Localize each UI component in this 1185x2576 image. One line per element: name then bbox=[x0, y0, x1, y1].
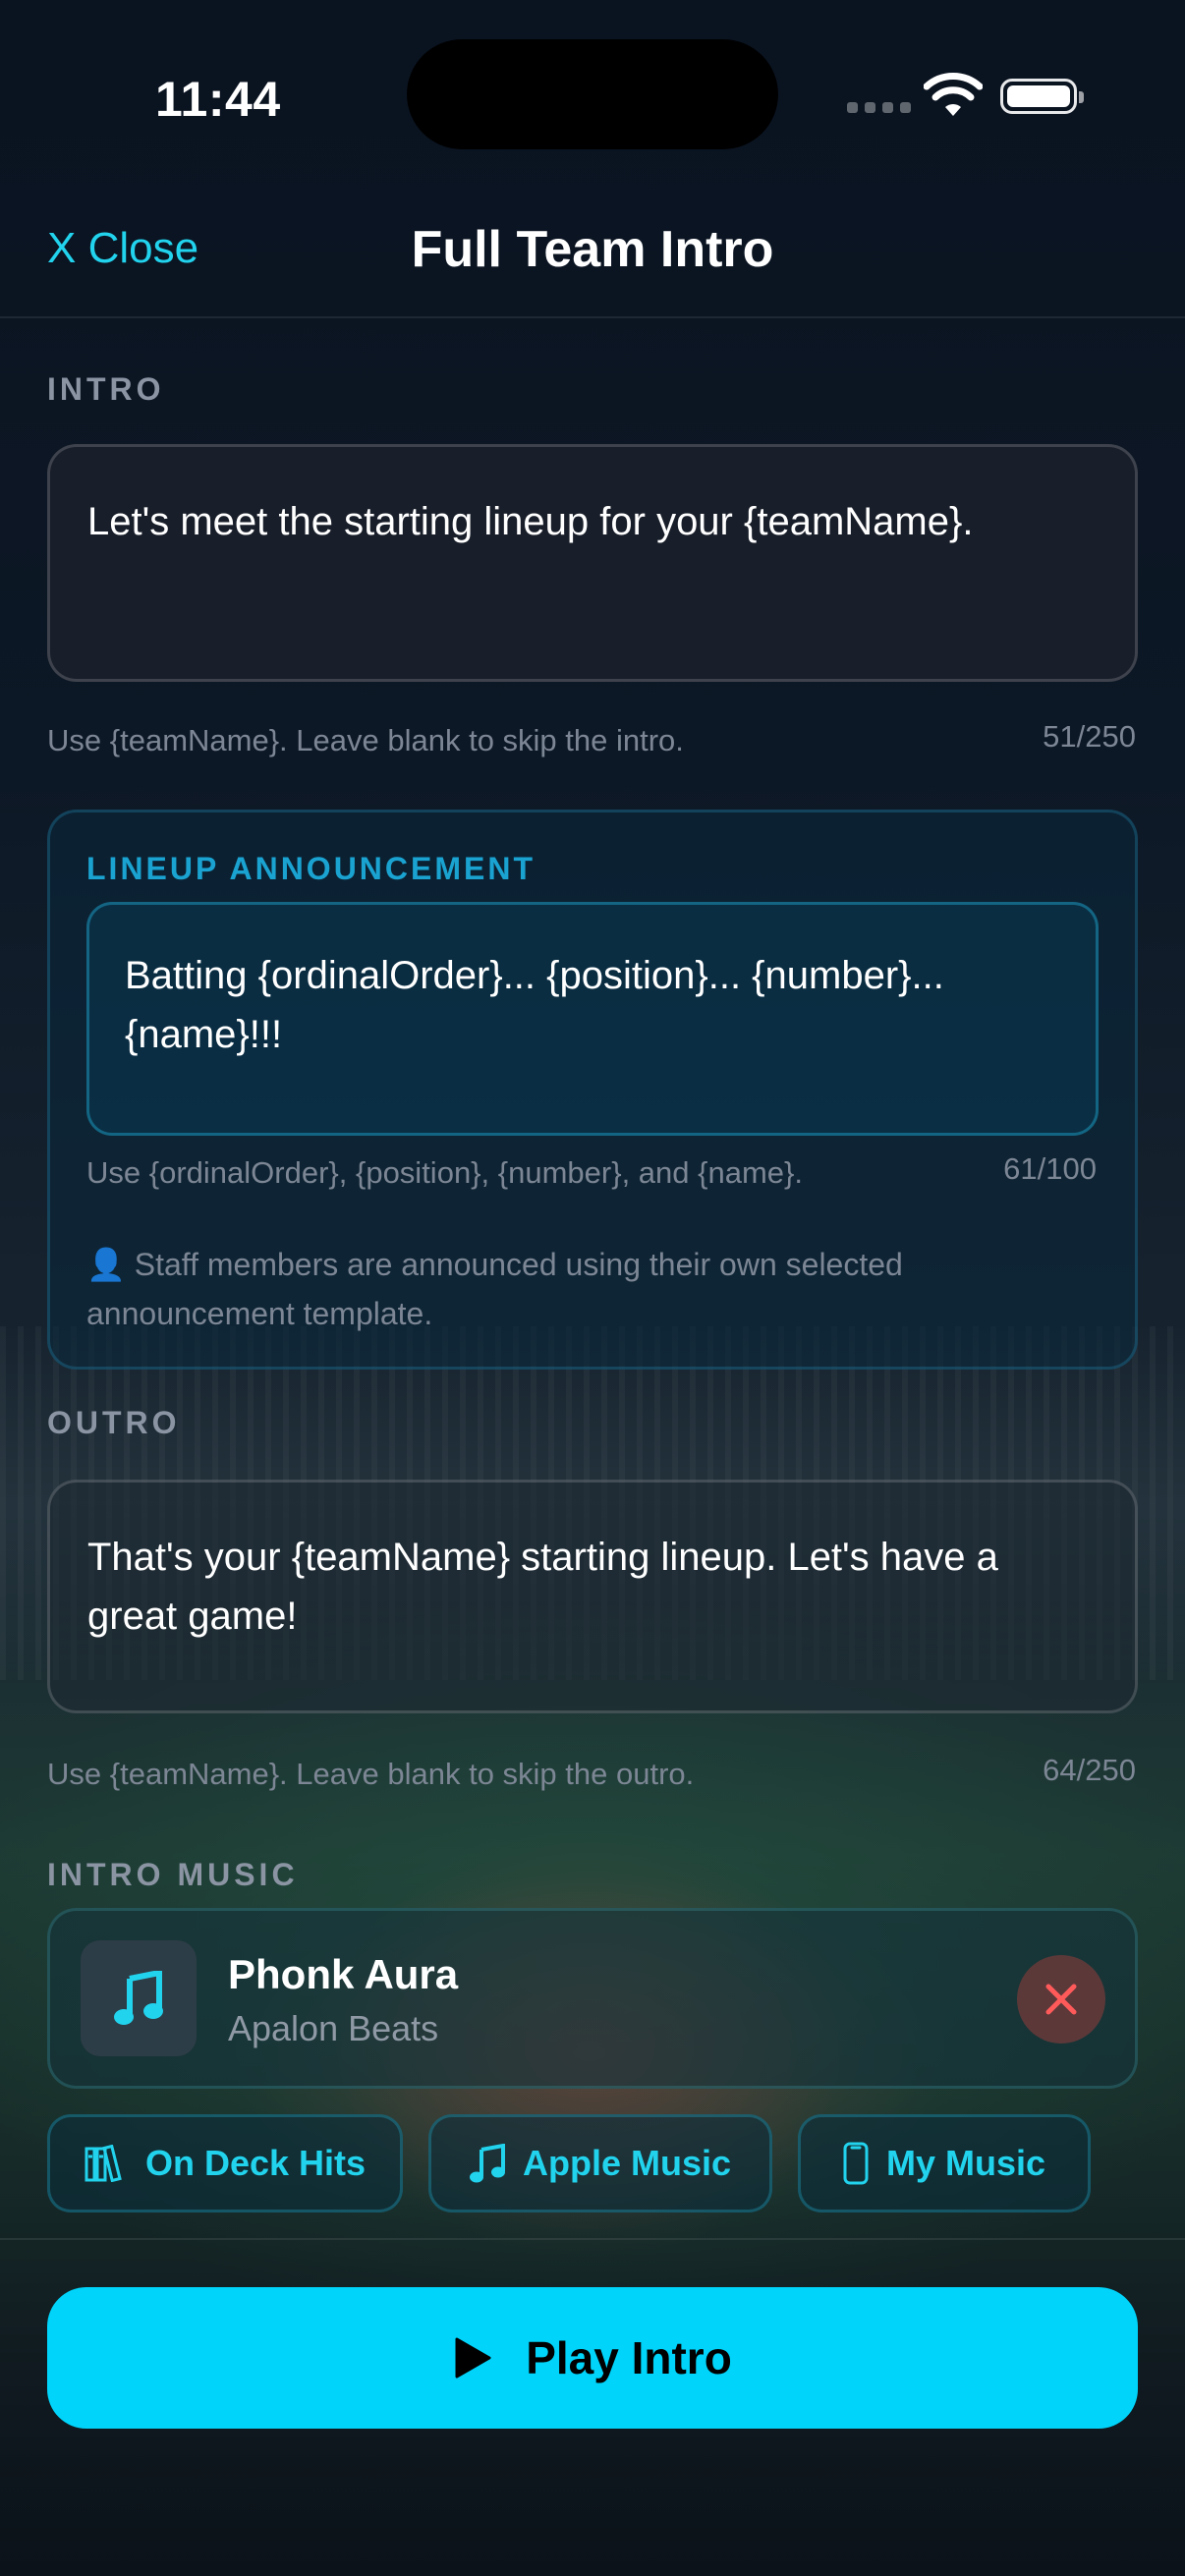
selected-track-card[interactable] bbox=[47, 1908, 1138, 2089]
on-deck-hits-button[interactable]: On Deck Hits bbox=[47, 2114, 403, 2212]
intro-helper-text: Use {teamName}. Leave blank to skip the … bbox=[47, 723, 684, 757]
intro-character-counter: 51/250 bbox=[1043, 719, 1136, 754]
bottom-divider bbox=[0, 2238, 1185, 2240]
lineup-section-label: LINEUP ANNOUNCEMENT bbox=[86, 851, 536, 886]
status-time: 11:44 bbox=[155, 72, 281, 127]
lineup-helper-text: Use {ordinalOrder}, {position}, {number}… bbox=[86, 1155, 803, 1190]
phone-icon bbox=[843, 2142, 869, 2185]
remove-track-button[interactable] bbox=[1017, 1955, 1105, 2044]
page-title: Full Team Intro bbox=[411, 221, 774, 278]
wifi-icon bbox=[924, 73, 983, 116]
outro-helper-text: Use {teamName}. Leave blank to skip the … bbox=[47, 1757, 695, 1791]
outro-character-counter: 64/250 bbox=[1043, 1753, 1136, 1787]
intro-text-field[interactable]: Let's meet the starting lineup for your … bbox=[47, 444, 1138, 682]
intro-section-label: INTRO bbox=[47, 371, 165, 407]
on-deck-hits-label: On Deck Hits bbox=[144, 2143, 367, 2183]
close-icon bbox=[1045, 1984, 1077, 2015]
battery-icon bbox=[1000, 79, 1084, 114]
staff-note: 👤 Staff members are announced using thei… bbox=[86, 1247, 903, 1331]
nav-divider bbox=[0, 316, 1185, 318]
track-artist: Apalon Beats bbox=[228, 2008, 439, 2048]
library-icon bbox=[85, 2145, 122, 2182]
play-icon bbox=[455, 2337, 491, 2379]
outro-text-field[interactable]: That's your {teamName} starting lineup. … bbox=[47, 1480, 1138, 1713]
play-intro-button[interactable]: Play Intro bbox=[47, 2287, 1138, 2429]
outro-section-label: OUTRO bbox=[47, 1405, 181, 1440]
dynamic-island bbox=[407, 39, 778, 149]
music-note-icon bbox=[469, 2144, 505, 2183]
cellular-signal-icon bbox=[847, 102, 911, 113]
music-note-icon bbox=[114, 1971, 163, 2025]
my-music-button[interactable]: My Music bbox=[798, 2114, 1091, 2212]
my-music-label: My Music bbox=[885, 2143, 1046, 2183]
apple-music-button[interactable]: Apple Music bbox=[428, 2114, 772, 2212]
lineup-text-field[interactable]: Batting {ordinalOrder}... {position}... … bbox=[86, 902, 1099, 1136]
track-title: Phonk Aura bbox=[228, 1951, 459, 1997]
play-intro-label: Play Intro bbox=[526, 2332, 732, 2383]
apple-music-label: Apple Music bbox=[522, 2143, 732, 2183]
track-artwork bbox=[81, 1940, 197, 2056]
music-section-label: INTRO MUSIC bbox=[47, 1857, 299, 1892]
lineup-character-counter: 61/100 bbox=[1003, 1151, 1097, 1186]
